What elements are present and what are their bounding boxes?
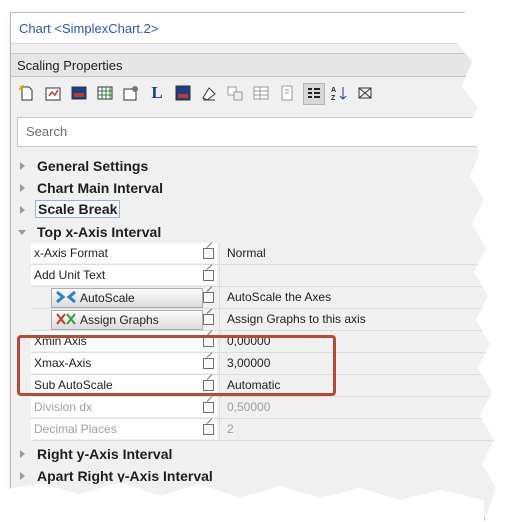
torn-edge	[0, 0, 515, 522]
